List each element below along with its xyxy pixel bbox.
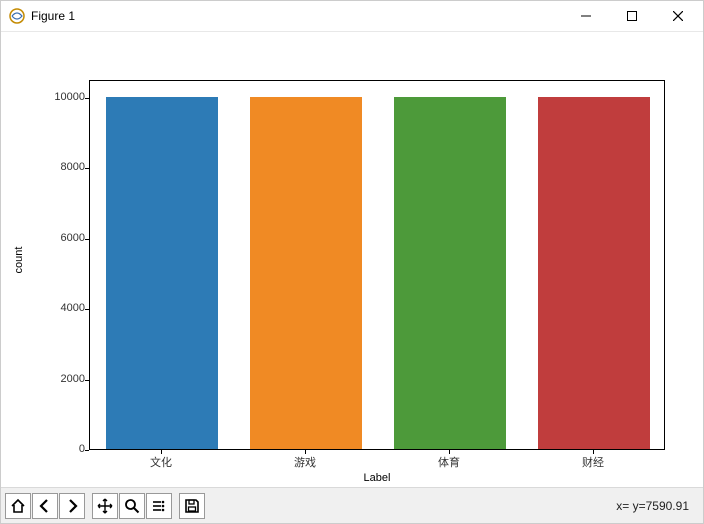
close-button[interactable]	[655, 1, 701, 31]
window-title: Figure 1	[31, 9, 75, 23]
maximize-button[interactable]	[609, 1, 655, 31]
subplots-icon[interactable]	[146, 493, 172, 519]
forward-icon[interactable]	[59, 493, 85, 519]
title-bar: Figure 1	[1, 1, 703, 31]
bar	[106, 97, 218, 449]
zoom-icon[interactable]	[119, 493, 145, 519]
y-tick-label: 10000	[25, 91, 85, 103]
y-tick-label: 8000	[25, 161, 85, 173]
x-tick-label: 体育	[438, 454, 460, 470]
y-axis-label: count	[13, 246, 25, 273]
pan-icon[interactable]	[92, 493, 118, 519]
matplotlib-toolbar: x= y=7590.91	[1, 487, 703, 523]
plot-area	[89, 80, 665, 450]
x-tick-label: 文化	[150, 454, 172, 470]
home-icon[interactable]	[5, 493, 31, 519]
back-icon[interactable]	[32, 493, 58, 519]
save-icon[interactable]	[179, 493, 205, 519]
x-tick-label: 游戏	[294, 454, 316, 470]
app-icon	[9, 8, 25, 24]
bar	[538, 97, 650, 449]
minimize-button[interactable]	[563, 1, 609, 31]
cursor-status: x= y=7590.91	[616, 499, 689, 513]
y-tick-label: 2000	[25, 373, 85, 385]
y-tick-label: 4000	[25, 302, 85, 314]
x-tick-label: 财经	[582, 454, 604, 470]
figure-canvas[interactable]: count Label 0 2000 4000 6000 8000 10000 文化 游戏 体育…	[1, 31, 703, 487]
bar	[394, 97, 506, 449]
x-axis-label: Label	[89, 472, 665, 484]
bar	[250, 97, 362, 449]
y-tick-label: 0	[25, 443, 85, 455]
y-tick-label: 6000	[25, 232, 85, 244]
